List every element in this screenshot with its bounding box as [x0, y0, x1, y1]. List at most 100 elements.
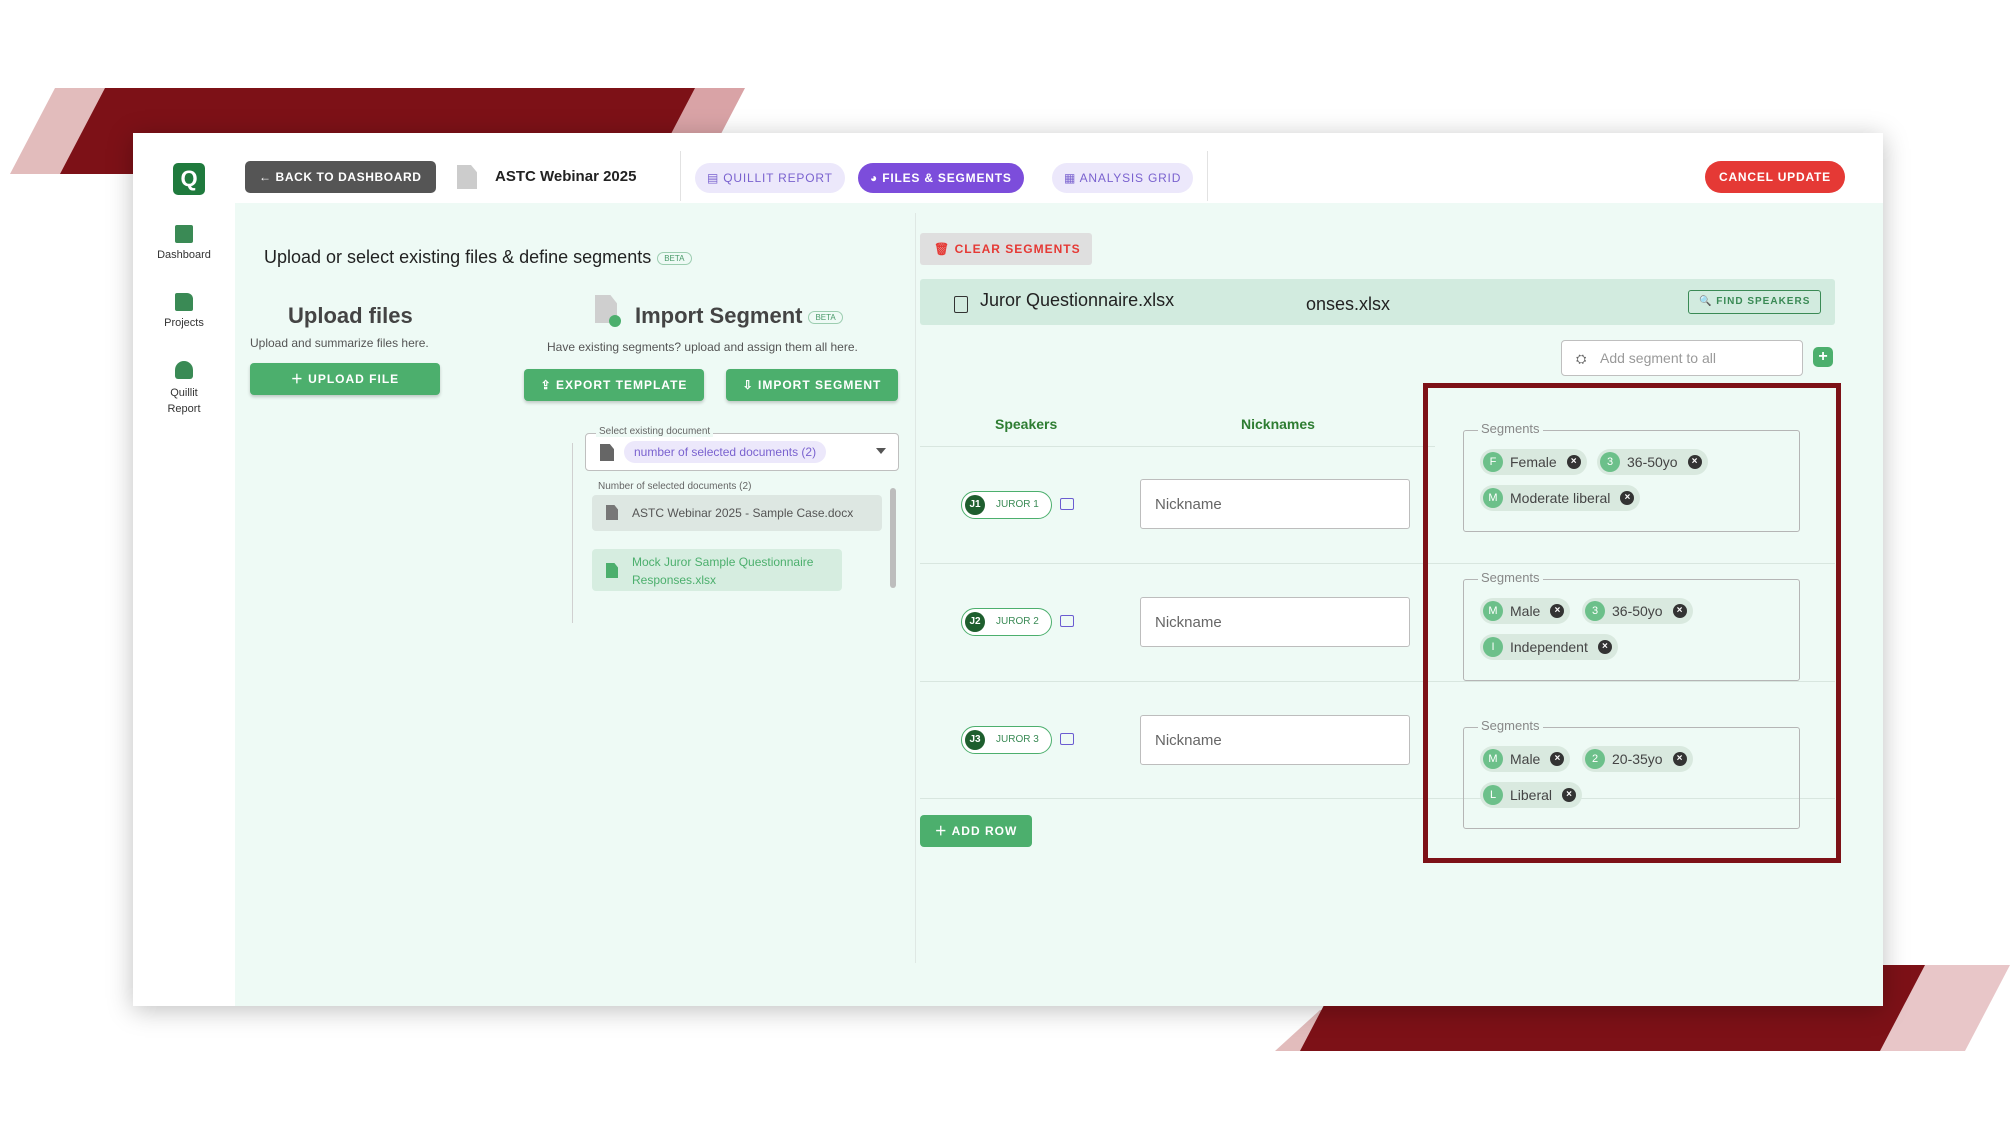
trash-icon: 🗑 — [934, 242, 955, 256]
back-to-dashboard-button[interactable]: ← BACK TO DASHBOARD — [245, 161, 436, 193]
project-title: ASTC Webinar 2025 — [495, 168, 637, 185]
remove-chip-icon[interactable]: × — [1672, 752, 1687, 766]
tab-quillit-report[interactable]: ▤ QUILLIT REPORT — [695, 163, 845, 193]
sidebar-item-label: Dashboard — [157, 249, 211, 261]
scrollbar[interactable] — [890, 488, 896, 588]
segment-chip[interactable]: M Male × — [1480, 598, 1571, 624]
pie-chart-icon: ◕ — [870, 171, 883, 185]
import-title: Import Segment BETA — [635, 303, 843, 329]
nickname-input[interactable]: Nickname — [1140, 597, 1410, 647]
app-logo[interactable]: Q — [173, 163, 205, 195]
page-heading: Upload or select existing files & define… — [264, 247, 692, 268]
tab-analysis-grid[interactable]: ▦ ANALYSIS GRID — [1052, 163, 1194, 193]
selected-documents-chip[interactable]: number of selected documents (2) — [624, 441, 827, 463]
plus-icon: ＋ — [934, 824, 952, 838]
segment-chip[interactable]: L Liberal × — [1480, 782, 1583, 808]
file-name: Juror Questionnaire.xlsx — [980, 290, 1175, 310]
segment-chip[interactable]: 3 36-50yo × — [1582, 598, 1693, 624]
segment-initial: I — [1483, 637, 1503, 657]
segment-chip[interactable]: F Female × — [1480, 449, 1587, 475]
folder-icon — [175, 293, 193, 311]
avatar: J1 — [965, 495, 985, 515]
avatar: J2 — [965, 612, 985, 632]
export-template-button[interactable]: ⇪ EXPORT TEMPLATE — [524, 369, 704, 401]
sidebar: Q Dashboard Projects Quillit Report — [133, 133, 236, 1006]
segment-chip[interactable]: 3 36-50yo × — [1597, 449, 1708, 475]
import-segment-button[interactable]: ⇩ IMPORT SEGMENT — [726, 369, 898, 401]
upload-file-button[interactable]: ＋ UPLOAD FILE — [250, 363, 440, 395]
clear-segments-button[interactable]: 🗑 CLEAR SEGMENTS — [920, 233, 1092, 265]
segment-initial: 3 — [1600, 452, 1620, 472]
divider — [915, 213, 916, 963]
chevron-down-icon[interactable] — [876, 448, 886, 454]
segment-initial: M — [1483, 488, 1503, 508]
remove-chip-icon[interactable]: × — [1672, 604, 1687, 618]
import-subtitle: Have existing segments? upload and assig… — [547, 340, 858, 354]
nickname-input[interactable]: Nickname — [1140, 479, 1410, 529]
select-document-label: Select existing document — [596, 426, 714, 437]
segment-initial: 3 — [1585, 601, 1605, 621]
upload-icon: ⇪ — [540, 378, 556, 392]
add-segment-placeholder: Add segment to all — [1600, 350, 1716, 366]
segment-initial: 2 — [1585, 749, 1605, 769]
hierarchy-icon: ⛭ — [1576, 351, 1587, 366]
nicknames-column-header: Nicknames — [1241, 416, 1315, 432]
tab-files-segments[interactable]: ◕ FILES & SEGMENTS — [858, 163, 1024, 193]
document-icon — [954, 296, 968, 313]
comment-icon[interactable] — [1060, 615, 1074, 627]
sidebar-item-dashboard[interactable]: Dashboard — [133, 225, 235, 261]
spreadsheet-icon — [606, 563, 618, 578]
document-list-item[interactable]: ASTC Webinar 2025 - Sample Case.docx — [592, 495, 882, 531]
segments-field[interactable]: Segments M Male × 2 20-35yo × L Liberal … — [1463, 718, 1800, 829]
cancel-update-button[interactable]: CANCEL UPDATE — [1705, 161, 1845, 193]
add-segment-plus-icon[interactable]: + — [1813, 347, 1833, 367]
remove-chip-icon[interactable]: × — [1620, 491, 1635, 505]
speaker-chip[interactable]: J3 JUROR 3 — [961, 726, 1052, 754]
file-header-bar: Juror Questionnaire.xlsx onses.xlsx 🔍 FI… — [920, 279, 1835, 325]
upload-title: Upload files — [288, 303, 413, 328]
divider — [572, 443, 573, 623]
comment-icon[interactable] — [1060, 733, 1074, 745]
document-icon — [600, 444, 614, 461]
document-icon — [457, 165, 477, 189]
segments-label: Segments — [1478, 718, 1543, 733]
robot-icon — [175, 361, 193, 379]
add-row-button[interactable]: ＋ ADD ROW — [920, 815, 1032, 847]
remove-chip-icon[interactable]: × — [1562, 788, 1577, 802]
segment-chip[interactable]: M Male × — [1480, 746, 1571, 772]
segment-initial: M — [1483, 601, 1503, 621]
remove-chip-icon[interactable]: × — [1687, 455, 1702, 469]
upload-subtitle: Upload and summarize files here. — [250, 336, 429, 350]
sidebar-item-label: Projects — [164, 317, 204, 329]
main-content: Upload or select existing files & define… — [235, 203, 1883, 1006]
sidebar-item-projects[interactable]: Projects — [133, 293, 235, 329]
divider — [680, 151, 681, 201]
comment-icon[interactable] — [1060, 498, 1074, 510]
divider — [1207, 151, 1208, 201]
sidebar-item-quillit-report[interactable]: Quillit Report — [156, 361, 212, 417]
top-bar: ← BACK TO DASHBOARD ASTC Webinar 2025 ▤ … — [235, 133, 1883, 203]
segment-initial: L — [1483, 785, 1503, 805]
remove-chip-icon[interactable]: × — [1550, 752, 1565, 766]
document-list-item[interactable]: Mock Juror Sample Questionnaire Response… — [592, 549, 842, 591]
remove-chip-icon[interactable]: × — [1597, 640, 1612, 654]
segment-chip[interactable]: M Moderate liberal × — [1480, 485, 1641, 511]
segment-chip[interactable]: 2 20-35yo × — [1582, 746, 1693, 772]
nickname-input[interactable]: Nickname — [1140, 715, 1410, 765]
segments-field[interactable]: Segments F Female × 3 36-50yo × M Modera… — [1463, 421, 1800, 532]
avatar: J3 — [965, 730, 985, 750]
add-segment-input[interactable]: ⛭ Add segment to all — [1561, 340, 1803, 376]
row-divider — [920, 446, 1435, 447]
report-icon: ▤ — [707, 171, 724, 185]
segments-field[interactable]: Segments M Male × 3 36-50yo × I Independ… — [1463, 570, 1800, 681]
grid-icon: ▦ — [1064, 171, 1080, 185]
find-speakers-button[interactable]: 🔍 FIND SPEAKERS — [1688, 290, 1822, 314]
document-icon — [606, 505, 618, 520]
speaker-chip[interactable]: J2 JUROR 2 — [961, 608, 1052, 636]
remove-chip-icon[interactable]: × — [1566, 455, 1581, 469]
dashboard-icon — [175, 225, 193, 243]
select-document-field[interactable]: Select existing document number of selec… — [585, 426, 899, 471]
segment-chip[interactable]: I Independent × — [1480, 634, 1618, 660]
remove-chip-icon[interactable]: × — [1550, 604, 1565, 618]
speaker-chip[interactable]: J1 JUROR 1 — [961, 491, 1052, 519]
